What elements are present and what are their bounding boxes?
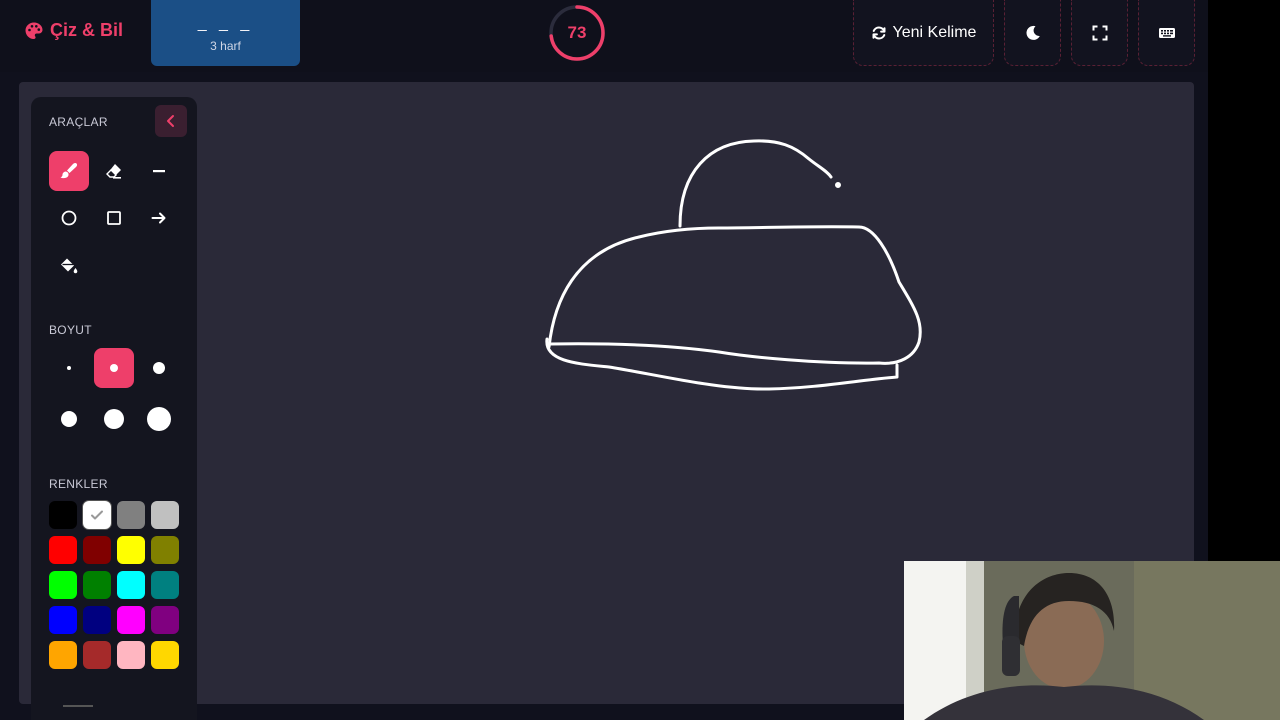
eraser-icon: [106, 164, 121, 179]
timer-value: 73: [567, 23, 587, 42]
size-dot: [61, 411, 77, 427]
fill-bucket-icon: [61, 258, 78, 274]
brush-icon: [60, 162, 78, 179]
webcam-feed: [904, 561, 1280, 720]
line-icon: [153, 170, 165, 173]
color-swatch[interactable]: [49, 641, 77, 669]
refresh-icon: [872, 26, 886, 39]
keyboard-button[interactable]: [1138, 0, 1195, 66]
size-dot: [67, 366, 71, 370]
tool-line-button[interactable]: [139, 151, 179, 191]
app-title: Çiz & Bil: [50, 20, 124, 40]
panel-footer-divider: [63, 705, 93, 707]
size-dot: [104, 409, 124, 429]
word-letter-count: 3 harf: [210, 39, 241, 53]
size-5-button[interactable]: [94, 399, 134, 439]
color-swatch[interactable]: [151, 641, 179, 669]
tool-arrow-button[interactable]: [139, 198, 179, 238]
tools-section-title: ARAÇLAR: [49, 115, 108, 129]
color-swatch[interactable]: [49, 501, 77, 529]
fullscreen-icon: [1092, 25, 1107, 40]
color-swatch[interactable]: [151, 571, 179, 599]
dark-mode-button[interactable]: [1004, 0, 1061, 66]
palette-icon: [25, 22, 43, 39]
color-swatch[interactable]: [49, 571, 77, 599]
collapse-panel-button[interactable]: [155, 105, 187, 137]
size-2-button[interactable]: [94, 348, 134, 388]
webcam-image: [904, 561, 1280, 720]
color-swatch[interactable]: [117, 501, 145, 529]
check-icon: [91, 510, 103, 520]
arrow-right-icon: [151, 212, 166, 224]
color-swatch[interactable]: [117, 641, 145, 669]
color-swatch[interactable]: [151, 536, 179, 564]
tool-circle-button[interactable]: [49, 198, 89, 238]
color-swatch[interactable]: [151, 606, 179, 634]
color-swatch[interactable]: [83, 641, 111, 669]
size-4-button[interactable]: [49, 399, 89, 439]
tools-panel: ARAÇLAR BOYUT RENKLER: [31, 97, 197, 720]
tool-rectangle-button[interactable]: [94, 198, 134, 238]
word-mask: _ _ _: [197, 15, 254, 32]
top-bar: Çiz & Bil _ _ _ 3 harf 73 Yeni Kelime: [0, 0, 1208, 72]
color-swatch[interactable]: [83, 571, 111, 599]
size-dot: [147, 407, 171, 431]
square-icon: [107, 211, 121, 225]
app-logo: Çiz & Bil: [24, 20, 123, 41]
tool-fill-button[interactable]: [49, 246, 89, 286]
size-1-button[interactable]: [49, 348, 89, 388]
tool-brush-button[interactable]: [49, 151, 89, 191]
countdown-timer: 73: [547, 3, 607, 63]
color-swatch[interactable]: [117, 571, 145, 599]
keyboard-icon: [1158, 27, 1175, 38]
fullscreen-button[interactable]: [1071, 0, 1128, 66]
color-swatch[interactable]: [151, 501, 179, 529]
drawing-stroke-body: [547, 225, 922, 365]
size-3-button[interactable]: [139, 348, 179, 388]
color-swatch[interactable]: [83, 536, 111, 564]
color-swatch[interactable]: [117, 606, 145, 634]
new-word-button[interactable]: Yeni Kelime: [853, 0, 994, 66]
size-dot: [153, 362, 165, 374]
color-swatch[interactable]: [117, 536, 145, 564]
drawing-stroke-dot: [835, 182, 841, 188]
color-swatch[interactable]: [49, 606, 77, 634]
size-dot: [110, 364, 118, 372]
new-word-label: Yeni Kelime: [892, 23, 977, 41]
chevron-left-icon: [167, 115, 174, 127]
size-section-title: BOYUT: [49, 323, 92, 337]
moon-icon: [1026, 25, 1040, 40]
secret-word-box: _ _ _ 3 harf: [151, 0, 300, 66]
size-6-button[interactable]: [139, 399, 179, 439]
tool-eraser-button[interactable]: [94, 151, 134, 191]
color-swatch[interactable]: [83, 501, 111, 529]
color-swatch[interactable]: [49, 536, 77, 564]
drawing-stroke-dome: [678, 139, 833, 228]
circle-icon: [61, 210, 77, 226]
colors-section-title: RENKLER: [49, 477, 108, 491]
color-swatch[interactable]: [83, 606, 111, 634]
